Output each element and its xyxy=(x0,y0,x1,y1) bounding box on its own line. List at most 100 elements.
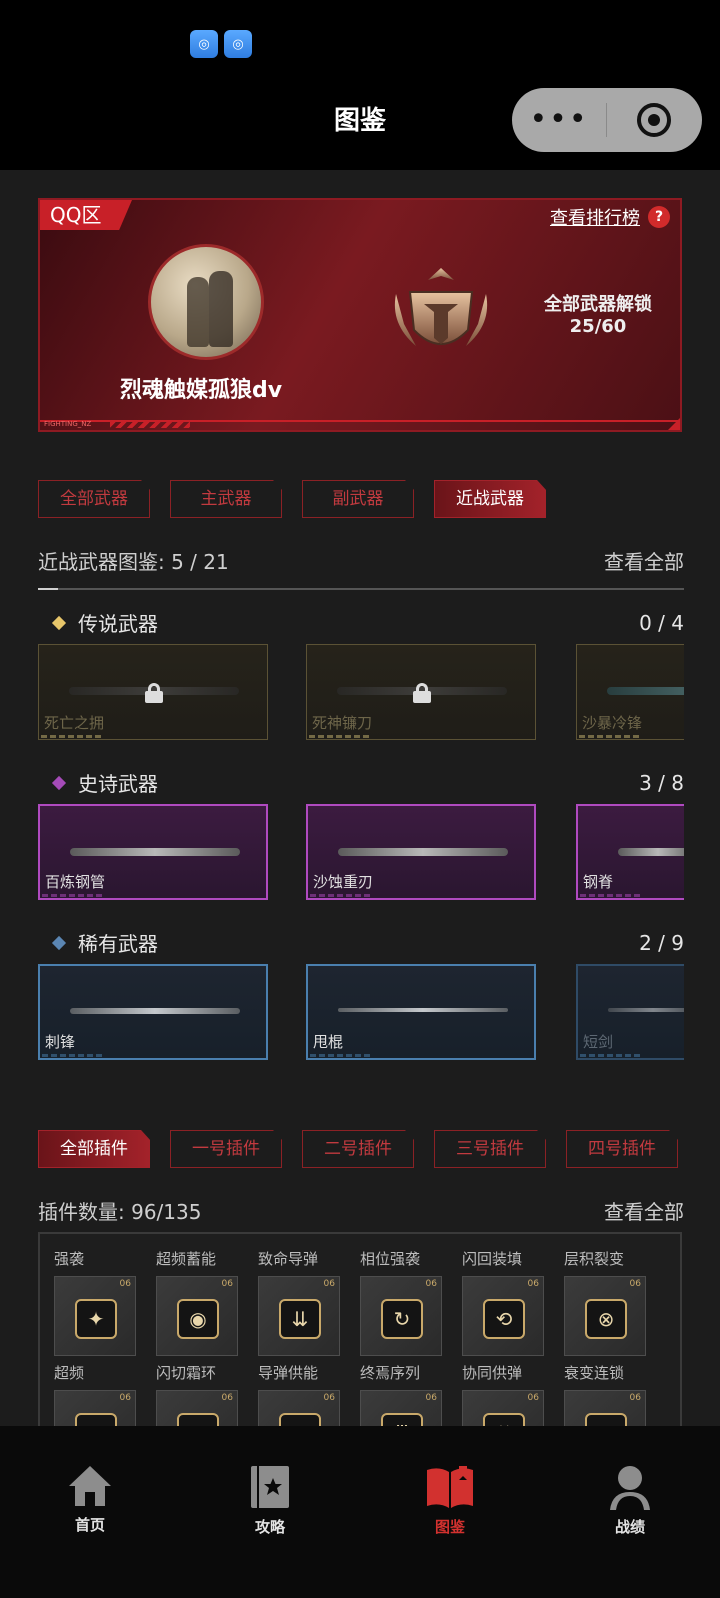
weapon-scroll-indicator xyxy=(38,588,684,590)
nav-codex[interactable]: 图鉴 xyxy=(360,1426,540,1598)
lock-icon xyxy=(413,683,431,703)
plugin-name: 相位强袭 xyxy=(360,1250,421,1268)
plugin-view-all-link[interactable]: 查看全部 xyxy=(604,1196,684,1225)
weapon-name: 短剑 xyxy=(583,1033,614,1051)
avatar[interactable] xyxy=(148,244,264,360)
profile-card: QQ区 查看排行榜 ? 烈魂触媒孤狼dv 全部武器解锁 25/60 FIGHTI… xyxy=(38,198,682,432)
rarity-count: 3 / 8 xyxy=(639,770,684,795)
tab-plugin-1[interactable]: 一号插件 xyxy=(170,1130,282,1168)
wifi-app-icon: ◎ xyxy=(190,30,218,58)
weapon-name: 刺锋 xyxy=(45,1033,76,1051)
plugin-level: 06 xyxy=(527,1279,539,1289)
plugin-icon: ⊗ xyxy=(585,1299,627,1339)
target-icon xyxy=(637,103,671,137)
close-button[interactable] xyxy=(607,103,701,137)
plugin-level: 06 xyxy=(629,1279,641,1289)
weapon-card[interactable]: 百炼钢管 xyxy=(38,804,268,900)
tab-plugin-2[interactable]: 二号插件 xyxy=(302,1130,414,1168)
weapon-card[interactable]: 刺锋 xyxy=(38,964,268,1060)
home-icon xyxy=(69,1466,111,1506)
weapon-card[interactable]: 沙蚀重刃 xyxy=(306,804,536,900)
weapon-card[interactable]: 沙暴冷锋 xyxy=(576,644,684,740)
nav-label: 攻略 xyxy=(254,1518,285,1536)
weapon-name: 死神镰刀 xyxy=(312,714,373,732)
bottom-nav: 首页 攻略 图鉴 战绩 xyxy=(0,1426,720,1598)
plugin-icon: ⟲ xyxy=(483,1299,525,1339)
tab-all-plugins[interactable]: 全部插件 xyxy=(38,1130,150,1168)
epic-diamond-icon xyxy=(51,775,67,790)
tab-plugin-4[interactable]: 四号插件 xyxy=(566,1130,678,1168)
rare-diamond-icon xyxy=(51,935,67,950)
plugin-level: 06 xyxy=(221,1279,233,1289)
nav-label: 战绩 xyxy=(614,1518,645,1536)
plugin-level: 06 xyxy=(425,1279,437,1289)
plugin-name: 闪回装填 xyxy=(462,1250,523,1268)
weapon-card[interactable]: 钢脊 xyxy=(576,804,684,900)
plugin-summary-title: 插件数量: 96/135 xyxy=(38,1200,202,1224)
rarity-label: 史诗武器 xyxy=(78,772,158,796)
mini-program-capsule: ••• xyxy=(512,88,702,152)
rarity-label: 传说武器 xyxy=(78,612,158,636)
legendary-diamond-icon xyxy=(51,615,67,630)
plugin-level: 06 xyxy=(119,1393,131,1403)
ranking-link[interactable]: 查看排行榜 xyxy=(550,204,640,230)
tab-primary-weapons[interactable]: 主武器 xyxy=(170,480,282,518)
nav-guide[interactable]: 攻略 xyxy=(180,1426,360,1598)
plugin-name: 强袭 xyxy=(54,1250,85,1268)
weapon-filter-tabs: 全部武器 主武器 副武器 近战武器 xyxy=(38,480,546,518)
rarity-header-epic: 史诗武器 3 / 8 xyxy=(38,768,684,797)
help-icon[interactable]: ? xyxy=(648,206,670,228)
title-bar: ◎ ◎ 图鉴 ••• xyxy=(0,0,720,170)
plugin-icon: ↻ xyxy=(381,1299,423,1339)
plugin-name: 衰变连锁 xyxy=(564,1364,625,1382)
card-footer: FIGHTING_NZ xyxy=(40,420,680,430)
tab-all-weapons[interactable]: 全部武器 xyxy=(38,480,150,518)
nav-home[interactable]: 首页 xyxy=(0,1426,180,1598)
plugin-level: 06 xyxy=(629,1393,641,1403)
plugin-icon: ◉ xyxy=(177,1299,219,1339)
plugin-card[interactable]: 相位强袭 06 ↻ xyxy=(360,1248,450,1356)
wifi-app-icon: ◎ xyxy=(224,30,252,58)
plugin-name: 致命导弹 xyxy=(258,1250,319,1268)
player-name: 烈魂触媒孤狼dv xyxy=(120,378,283,403)
plugin-grid: 强袭 06 ✦ 超频蓄能 06 ◉ 致命导弹 06 ⇊ 相位强袭 06 ↻ 闪回装填 0… xyxy=(38,1232,682,1470)
unlock-count: 25/60 xyxy=(569,316,627,337)
plugin-card[interactable]: 闪回装填 06 ⟲ xyxy=(462,1248,552,1356)
status-icons: ◎ ◎ xyxy=(190,30,252,58)
rarity-header-rare: 稀有武器 2 / 9 xyxy=(38,928,684,957)
more-menu-button[interactable]: ••• xyxy=(512,100,606,140)
plugin-icon: ✦ xyxy=(75,1299,117,1339)
plugin-name: 超频蓄能 xyxy=(156,1250,217,1268)
plugin-card[interactable]: 超频蓄能 06 ◉ xyxy=(156,1248,246,1356)
weapon-card[interactable]: 甩棍 xyxy=(306,964,536,1060)
weapon-name: 沙蚀重刃 xyxy=(313,873,374,891)
plugin-level: 06 xyxy=(527,1393,539,1403)
plugin-name: 超频 xyxy=(54,1364,85,1382)
tab-plugin-3[interactable]: 三号插件 xyxy=(434,1130,546,1168)
plugin-icon: ⇊ xyxy=(279,1299,321,1339)
plugin-name: 协同供弹 xyxy=(462,1364,523,1382)
codex-book-icon xyxy=(427,1466,473,1508)
plugin-card[interactable]: 致命导弹 06 ⇊ xyxy=(258,1248,348,1356)
plugin-card[interactable]: 层积裂变 06 ⊗ xyxy=(564,1248,654,1356)
weapon-card[interactable]: 短剑 xyxy=(576,964,684,1060)
weapon-view-all-link[interactable]: 查看全部 xyxy=(604,546,684,575)
nav-stats[interactable]: 战绩 xyxy=(540,1426,720,1598)
weapon-card[interactable]: 死神镰刀 xyxy=(306,644,536,740)
nav-label: 图鉴 xyxy=(434,1518,465,1536)
plugin-level: 06 xyxy=(323,1393,335,1403)
weapon-card[interactable]: 死亡之拥 xyxy=(38,644,268,740)
tab-secondary-weapons[interactable]: 副武器 xyxy=(302,480,414,518)
plugin-name: 层积裂变 xyxy=(564,1250,625,1268)
plugin-card[interactable]: 强袭 06 ✦ xyxy=(54,1248,144,1356)
epic-weapon-row: 百炼钢管 沙蚀重刃 钢脊 xyxy=(38,804,684,900)
weapon-name: 甩棍 xyxy=(313,1033,344,1051)
rank-badge-icon xyxy=(394,268,488,346)
card-footer-tag: FIGHTING_NZ xyxy=(44,420,92,428)
nav-label: 首页 xyxy=(74,1516,105,1534)
plugin-name: 终焉序列 xyxy=(360,1364,421,1382)
region-tag: QQ区 xyxy=(40,200,132,230)
plugin-level: 06 xyxy=(119,1279,131,1289)
tab-melee-weapons[interactable]: 近战武器 xyxy=(434,480,546,518)
plugin-name: 导弹供能 xyxy=(258,1364,319,1382)
